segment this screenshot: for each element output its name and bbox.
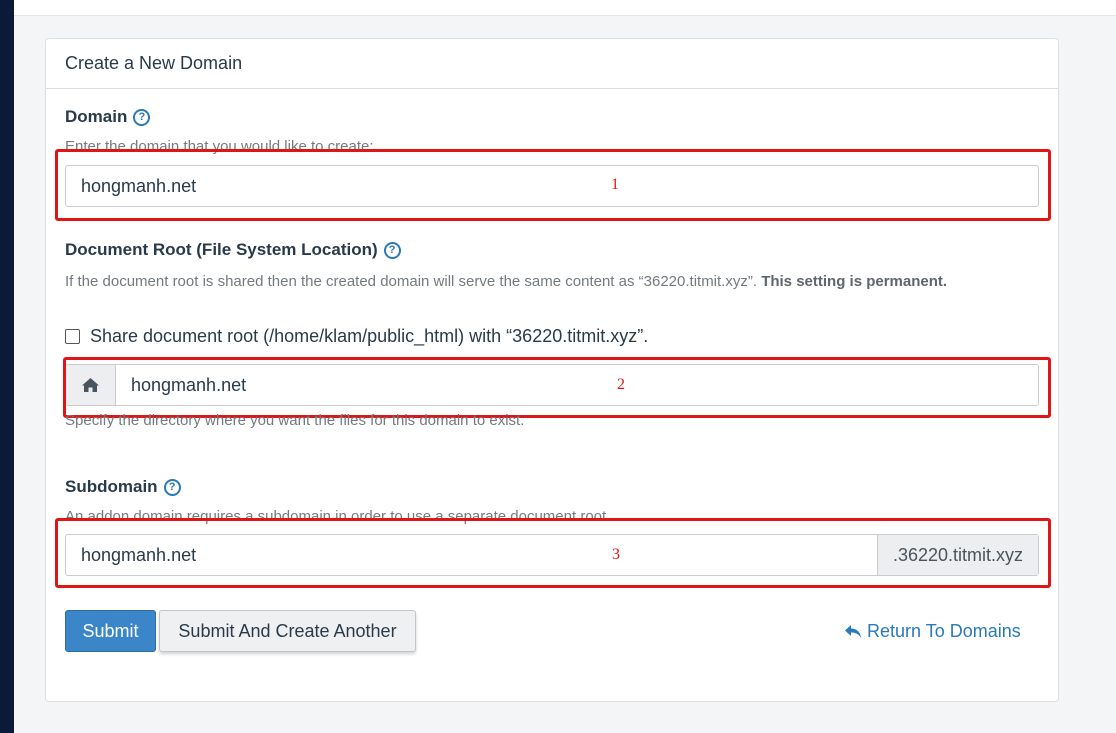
domain-hint: Enter the domain that you would like to … bbox=[65, 138, 374, 155]
home-icon bbox=[82, 378, 99, 392]
docroot-help-icon[interactable]: ? bbox=[383, 241, 401, 259]
docroot-input-value[interactable]: hongmanh.net bbox=[116, 375, 246, 396]
annotation-marker-3: 3 bbox=[612, 546, 620, 563]
subdomain-input-value[interactable]: hongmanh.net bbox=[66, 545, 196, 566]
annotation-marker-1: 1 bbox=[611, 176, 619, 193]
domain-label: Domain bbox=[65, 107, 128, 126]
subdomain-label-row: Subdomain ? bbox=[65, 477, 181, 497]
share-docroot-label[interactable]: Share document root (/home/klam/public_h… bbox=[90, 326, 648, 347]
docroot-label: Document Root (File System Location) bbox=[65, 240, 378, 259]
docroot-hint-bold: This setting is permanent. bbox=[761, 273, 948, 290]
subdomain-suffix: .36220.titmit.xyz bbox=[876, 535, 1038, 575]
share-docroot-row: Share document root (/home/klam/public_h… bbox=[65, 326, 648, 347]
panel-heading: Create a New Domain bbox=[46, 39, 1058, 89]
subdomain-input-group: hongmanh.net .36220.titmit.xyz bbox=[65, 534, 1039, 576]
submit-button[interactable]: Submit bbox=[65, 610, 156, 652]
subdomain-label: Subdomain bbox=[65, 477, 158, 496]
domain-input[interactable]: hongmanh.net bbox=[65, 165, 1039, 207]
return-to-domains-label: Return To Domains bbox=[867, 621, 1021, 641]
share-docroot-checkbox[interactable] bbox=[65, 329, 80, 344]
submit-and-create-another-button[interactable]: Submit And Create Another bbox=[159, 610, 416, 652]
domain-input-value: hongmanh.net bbox=[81, 175, 197, 196]
return-to-domains-link[interactable]: Return To Domains bbox=[844, 621, 1021, 642]
top-bar bbox=[14, 0, 1116, 16]
subdomain-hint: An addon domain requires a subdomain in … bbox=[65, 508, 611, 525]
reply-arrow-icon bbox=[845, 624, 861, 638]
docroot-help-text: Specify the directory where you want the… bbox=[65, 412, 525, 429]
annotation-marker-2: 2 bbox=[617, 376, 625, 393]
docroot-hint: If the document root is shared then the … bbox=[65, 270, 1005, 293]
domain-help-icon[interactable]: ? bbox=[133, 108, 151, 126]
docroot-hint-text: If the document root is shared then the … bbox=[65, 273, 758, 290]
domain-label-row: Domain ? bbox=[65, 107, 151, 127]
create-domain-panel: Create a New Domain Domain ? Enter the d… bbox=[45, 38, 1059, 702]
docroot-label-row: Document Root (File System Location) ? bbox=[65, 240, 401, 260]
docroot-home-addon bbox=[66, 365, 116, 405]
docroot-input-group: hongmanh.net bbox=[65, 364, 1039, 406]
subdomain-help-icon[interactable]: ? bbox=[163, 478, 181, 496]
left-navigation-bar bbox=[0, 0, 14, 733]
